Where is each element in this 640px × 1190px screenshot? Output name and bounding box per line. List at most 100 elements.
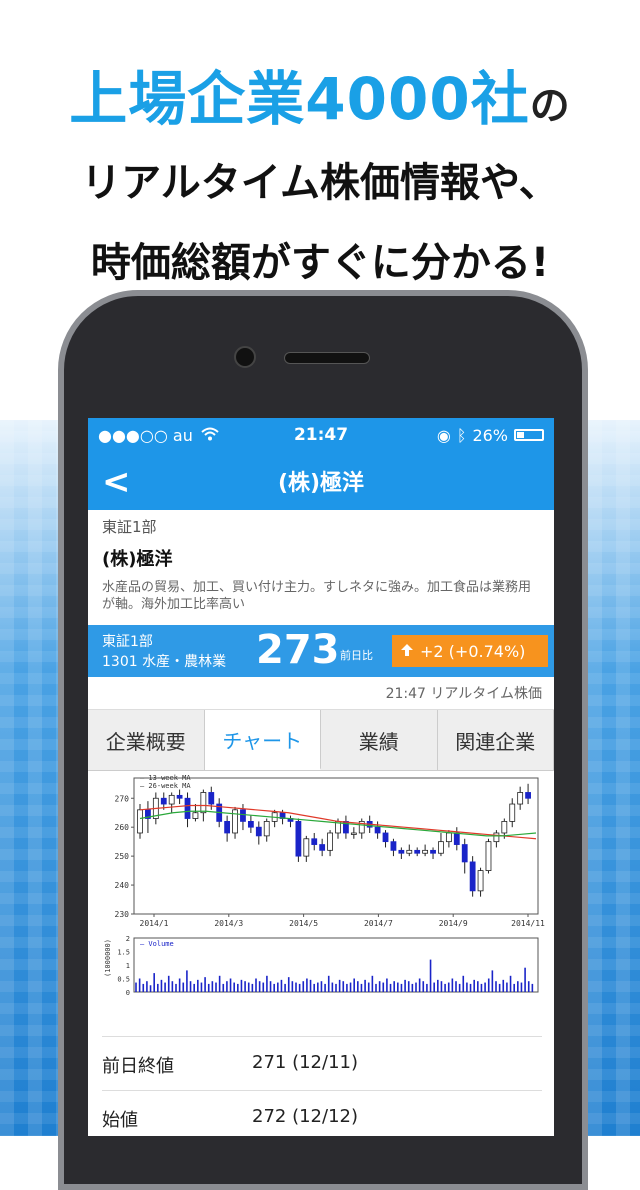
candle-body: [414, 849, 421, 854]
candle-body: [255, 826, 262, 837]
tab-related-companies[interactable]: 関連企業: [437, 710, 554, 770]
stock-chart: 230 240 250 260 270 2014/1 2014/3 2014/5 2014/7 2…: [104, 774, 545, 997]
candle-body: [453, 832, 460, 845]
candle-body: [137, 809, 143, 834]
candle-body: [295, 821, 302, 857]
candle-body: [461, 844, 468, 863]
tab-chart[interactable]: チャート: [204, 710, 321, 770]
volume-tick-label: 0.5: [117, 976, 130, 984]
realtime-timestamp: 21:47 リアルタイム株価: [88, 677, 554, 710]
status-time: 21:47: [293, 425, 349, 445]
earpiece-speaker: [284, 352, 370, 364]
x-tick-label: 2014/11: [511, 919, 545, 928]
y-tick-label: 260: [115, 823, 130, 832]
company-market: 東証1部: [102, 518, 157, 536]
candle-body: [398, 849, 405, 854]
detail-label: 前日終値: [102, 1056, 174, 1077]
candle-body: [382, 832, 389, 843]
x-tick-label: 2014/1: [140, 919, 169, 928]
candle-body: [374, 826, 381, 834]
company-description: 水産品の貿易、加工、買い付け主力。すしネタに強み。加工食品は業務用が軸。海外加工…: [102, 580, 532, 612]
y-tick-label: 240: [115, 881, 130, 890]
candle-body: [390, 841, 397, 851]
candle-body: [200, 792, 207, 814]
candle-body: [422, 849, 429, 854]
candle-body: [263, 821, 270, 837]
detail-value: 271 (12/11): [252, 1052, 358, 1073]
candle-body: [192, 812, 199, 819]
candle-body: [525, 792, 531, 799]
candle-body: [208, 792, 215, 805]
detail-label: 始値: [102, 1110, 138, 1131]
candle-body: [469, 861, 476, 892]
candle-body: [477, 870, 484, 892]
quote-market: 東証1部: [102, 634, 153, 650]
navigation-bar: < (株)極洋: [88, 452, 554, 510]
y-tick-label: 250: [115, 852, 130, 861]
headline-line1-suffix: の: [529, 83, 571, 129]
battery-icon: [514, 429, 544, 441]
promo-headline: 上場企業4000社の リアルタイム株価情報や、 時価総額がすぐに分かる!: [0, 52, 640, 288]
candle-body: [445, 832, 452, 843]
candle-body: [168, 794, 175, 805]
x-tick-label: 2014/3: [214, 919, 243, 928]
headline-line3: 時価総額がすぐに分かる!: [90, 240, 550, 286]
candle-body: [430, 849, 436, 854]
candle-body: [438, 841, 444, 854]
volume-tick-label: 1: [126, 962, 130, 970]
y-tick-label: 230: [115, 910, 130, 919]
candle-body: [517, 792, 524, 805]
divider: [102, 1090, 542, 1091]
detail-row-open: 始値 272 (12/12): [102, 1106, 542, 1132]
divider: [102, 1036, 542, 1037]
candle-body: [184, 797, 191, 819]
candle-body: [501, 821, 508, 834]
candle-body: [350, 832, 357, 835]
candle-body: [247, 821, 254, 828]
candle-body: [509, 803, 516, 822]
status-bar: ●●●○○ au 21:47 ◉ ᛒ 26%: [88, 418, 554, 452]
volume-tick-label: 1.5: [117, 949, 130, 957]
y-tick-label: 270: [115, 794, 130, 803]
front-camera: [234, 346, 256, 368]
nav-title: (株)極洋: [277, 471, 365, 496]
detail-value: 272 (12/12): [252, 1106, 358, 1127]
candle-body: [224, 821, 231, 834]
legend-ma13: — 13-week MA: [140, 774, 191, 782]
candle-body: [406, 849, 413, 854]
tab-company-overview[interactable]: 企業概要: [88, 710, 205, 770]
candle-body: [303, 838, 310, 857]
price-change-badge: +2 (+0.74%): [392, 635, 548, 667]
volume-axis-label: (1000000): [104, 939, 112, 977]
stock-price: 273: [256, 627, 340, 673]
back-chevron-icon[interactable]: <: [102, 462, 131, 502]
tab-performance[interactable]: 業績: [321, 710, 438, 770]
volume-tick-label: 0: [126, 989, 130, 997]
candle-body: [160, 797, 167, 805]
x-tick-label: 2014/9: [439, 919, 468, 928]
candle-body: [327, 832, 333, 851]
prev-day-label: 前日比: [340, 649, 373, 662]
x-tick-label: 2014/7: [364, 919, 393, 928]
quote-code-sector: 1301 水産・農林業: [102, 654, 227, 670]
tab-bar: 企業概要 チャート 業績 関連企業: [88, 710, 554, 771]
price-plot-area: [133, 777, 539, 915]
volume-legend: — Volume: [140, 940, 174, 948]
candle-body: [311, 838, 318, 845]
candle-body: [176, 794, 183, 799]
detail-row-prev-close: 前日終値 271 (12/11): [102, 1052, 542, 1078]
company-info: 東証1部 (株)極洋 水産品の貿易、加工、買い付け主力。すしネタに強み。加工食品…: [88, 510, 554, 613]
volume-tick-label: 2: [126, 935, 130, 943]
candle-body: [493, 832, 500, 843]
headline-line2: リアルタイム株価情報や、: [81, 160, 559, 206]
quote-bar: 東証1部 1301 水産・農林業 273 前日比 +2 (+0.74%): [88, 625, 554, 677]
legend-ma26: — 26-week MA: [140, 782, 191, 790]
up-arrow-icon: [400, 642, 414, 661]
price-change: +2 (+0.74%): [420, 641, 526, 661]
candle-body: [319, 844, 326, 851]
candle-body: [240, 809, 246, 822]
candle-body: [485, 841, 492, 871]
company-name: (株)極洋: [102, 549, 173, 570]
phone-screen: ●●●○○ au 21:47 ◉ ᛒ 26% < (株)極洋 東証1部 (株)極…: [88, 418, 554, 1136]
x-tick-label: 2014/5: [289, 919, 318, 928]
